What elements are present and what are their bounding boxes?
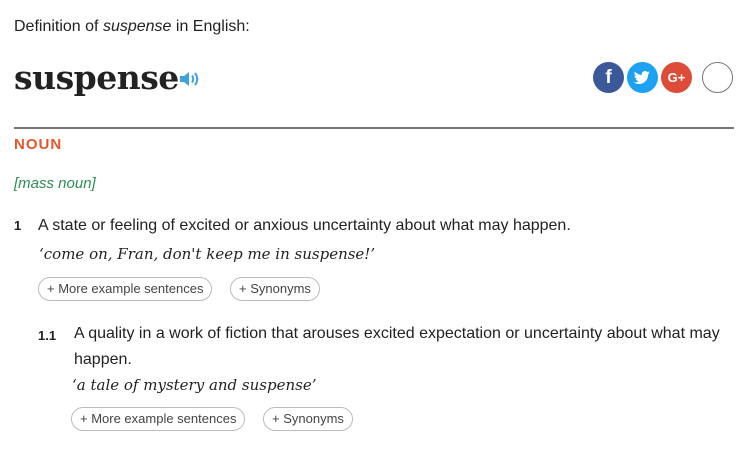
headword-row: suspense f G+ + [14, 58, 734, 102]
more-share-button[interactable]: + [702, 62, 733, 93]
sense-number: 1.1 [38, 328, 57, 343]
facebook-share-button[interactable]: f [593, 62, 624, 93]
part-of-speech: NOUN [14, 136, 63, 153]
sense-1: 1 A state or feeling of excited or anxio… [14, 210, 734, 310]
sense-1-1: 1.1 A quality in a work of fiction that … [14, 320, 734, 440]
twitter-bird-icon [633, 71, 650, 84]
grammar-note: [mass noun] [14, 175, 96, 192]
synonyms-button[interactable]: + Synonyms [230, 277, 320, 301]
definition-of-word: suspense [102, 18, 172, 35]
twitter-share-button[interactable] [627, 62, 658, 93]
speaker-icon[interactable] [178, 68, 202, 90]
sense-definition: A quality in a work of fiction that arou… [74, 325, 720, 368]
definition-of-line: Definition of suspense in English: [14, 18, 250, 36]
more-example-sentences-button[interactable]: + More example sentences [71, 407, 246, 431]
divider [14, 127, 734, 129]
headword: suspense [14, 58, 179, 97]
more-example-sentences-button[interactable]: + More example sentences [38, 277, 213, 301]
example-sentence: ‘a tale of mystery and suspense’ [72, 376, 317, 394]
definition-of-suffix: in English: [175, 18, 250, 35]
definition-of-prefix: Definition of [14, 18, 99, 35]
synonyms-button[interactable]: + Synonyms [263, 407, 353, 431]
sense-number: 1 [14, 218, 22, 233]
sense-definition: A state or feeling of excited or anxious… [38, 217, 571, 234]
googleplus-share-button[interactable]: G+ [661, 62, 692, 93]
example-sentence: ‘come on, Fran, don't keep me in suspens… [39, 245, 376, 263]
